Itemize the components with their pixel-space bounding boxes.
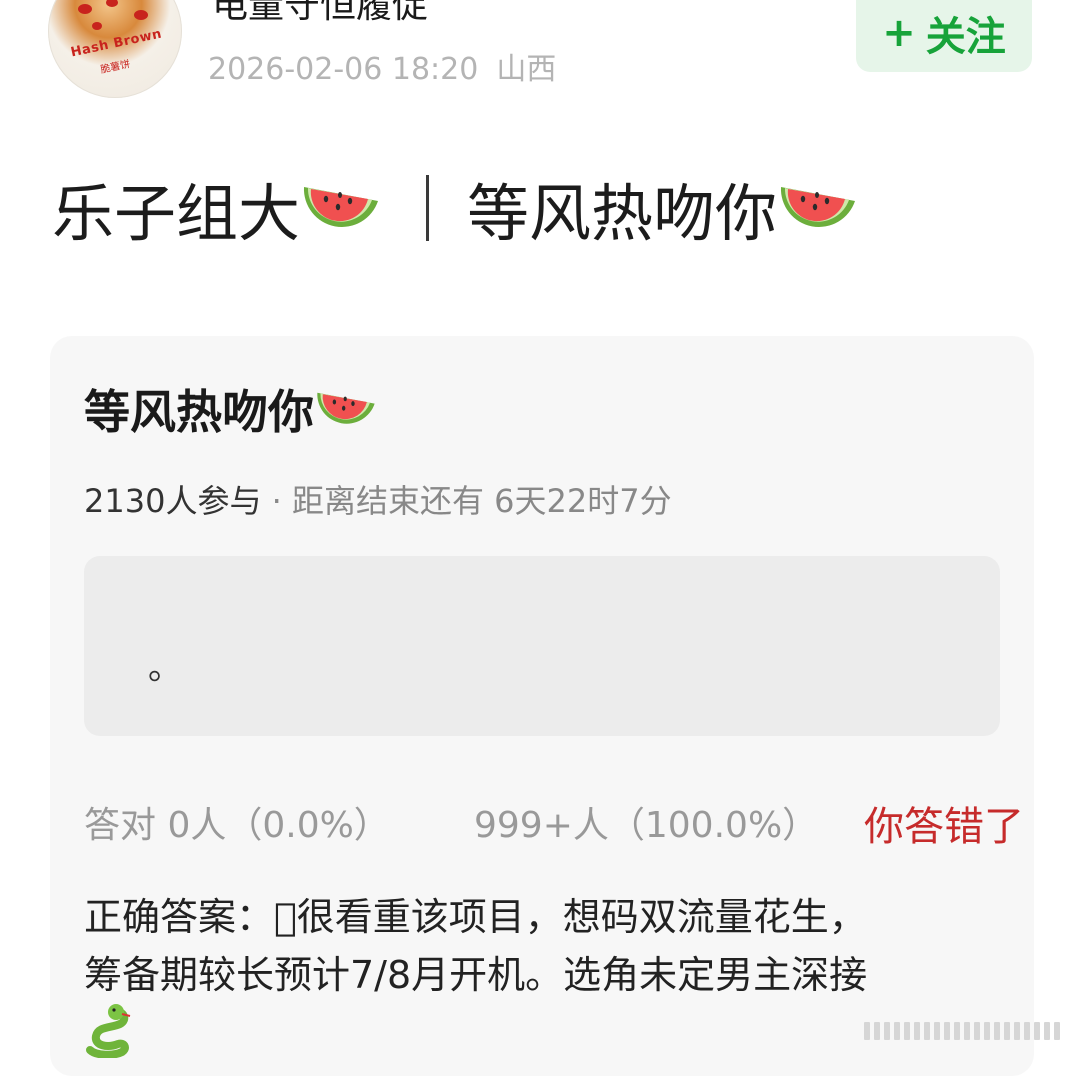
participant-count: 2130人参与	[84, 482, 262, 520]
quiz-option[interactable]	[84, 556, 1000, 736]
post-location: 山西	[496, 52, 557, 87]
avatar-brand-subtext: 脆薯饼	[99, 58, 132, 76]
wrong-answer-label: 你答错了	[864, 804, 1024, 850]
stats-separator: ·	[261, 482, 292, 520]
headline-separator	[426, 175, 430, 241]
watermelon-icon	[317, 392, 375, 424]
post-headline: 乐子组大 等风热吻你	[52, 168, 859, 250]
watermark-bars	[864, 1022, 1064, 1042]
other-stat: 999+人（100.0%）	[474, 805, 819, 846]
watermelon-icon	[303, 187, 379, 227]
quiz-results: 答对 0人（0.0%） 999+人（100.0%） 你答错了	[84, 796, 1024, 850]
avatar-brand-text: Hash Brown	[69, 26, 164, 61]
headline-left: 乐子组大	[52, 177, 301, 250]
username[interactable]: 电量守恒履促	[212, 0, 428, 28]
correct-answer: 正确答案： 很看重该项目，想码双流量花生， 筹备期较长预计7/8月开机。选角未定…	[84, 888, 984, 1004]
quiz-title: 等风热吻你	[84, 376, 378, 442]
snake-icon	[86, 1004, 131, 1058]
avatar[interactable]: Hash Brown 脆薯饼	[48, 0, 182, 98]
answer-line-2: 筹备期较长预计7/8月开机。选角未定男主深接	[84, 953, 868, 997]
plus-icon: +	[882, 10, 916, 56]
answer-line-1: 正确答案： 很看重该项目，想码双流量花生，	[84, 895, 867, 939]
countdown: 距离结束还有 6天22时7分	[291, 482, 672, 520]
quiz-stats: 2130人参与 · 距离结束还有 6天22时7分	[84, 476, 672, 522]
correct-stat: 答对 0人（0.0%）	[84, 805, 390, 846]
watermelon-icon	[780, 187, 856, 227]
post-timestamp: 2026-02-06 18:20	[208, 52, 479, 87]
post-meta: 2026-02-06 18:20 山西	[208, 44, 556, 88]
follow-label: 关注	[925, 14, 1006, 60]
quiz-option-text: 。	[148, 648, 182, 688]
follow-button[interactable]: + 关注	[856, 0, 1032, 72]
quiz-title-text: 等风热吻你	[84, 385, 314, 439]
headline-right: 等风热吻你	[467, 177, 778, 250]
